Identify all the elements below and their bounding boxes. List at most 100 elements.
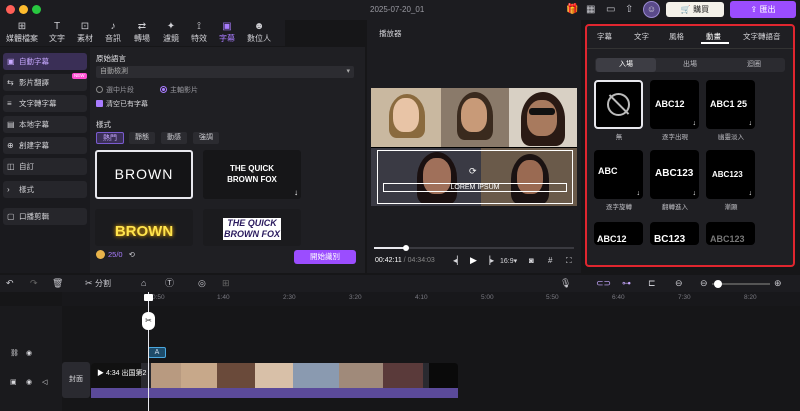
tab-style[interactable]: 風格 — [669, 31, 684, 42]
animation-char-rotate[interactable]: ABC ↓ — [594, 150, 643, 199]
crop-icon[interactable]: ⊞ — [222, 277, 230, 289]
link-icon[interactable]: ⛓ — [10, 349, 19, 357]
style-tab-dynamic[interactable]: 動感 — [161, 132, 187, 144]
rotate-icon[interactable]: ⟳ — [469, 166, 477, 177]
zoom-window-button[interactable] — [32, 5, 41, 14]
close-window-button[interactable] — [6, 5, 15, 14]
speaker-icon[interactable]: ◁ — [42, 378, 47, 386]
tab-text-to-speech[interactable]: 文字轉語音 — [743, 31, 781, 42]
eye-icon[interactable]: ◉ — [26, 378, 32, 386]
zoom-out-icon[interactable]: ⊖ — [700, 277, 708, 289]
sidebar-item-text-to-caption[interactable]: ≡ 文字轉字幕 — [3, 95, 87, 112]
buy-button[interactable]: 🛒 購買 — [666, 2, 724, 17]
minimize-window-button[interactable] — [19, 5, 28, 14]
start-recognition-button[interactable]: 開始識別 — [294, 250, 356, 264]
fit-icon[interactable]: ⊖ — [675, 277, 683, 289]
tool-elements[interactable]: ⊡ 素材 — [72, 20, 98, 46]
split-scissors-icon[interactable]: ✂ — [142, 312, 155, 330]
grid-icon[interactable]: ▦ — [586, 3, 595, 17]
tool-effects[interactable]: ⟟ 特效 — [186, 20, 212, 46]
snapshot-icon[interactable]: ◙ — [529, 256, 534, 265]
aspect-ratio-select[interactable]: 16:9▾ — [500, 257, 517, 265]
delete-icon[interactable]: 🗑 — [52, 277, 63, 289]
gift-icon[interactable]: 🎁 — [566, 3, 578, 17]
animation-tile[interactable]: ABC12 — [594, 222, 643, 245]
tab-text[interactable]: 文字 — [634, 31, 649, 42]
prev-frame-icon[interactable]: ◂▏ — [453, 256, 463, 265]
animation-tile[interactable]: ABC123 — [706, 222, 755, 245]
microphone-icon[interactable]: 🎙 — [560, 277, 571, 289]
track-icon[interactable]: ⊏ — [648, 277, 656, 289]
tool-caption[interactable]: ▣ 字幕 — [214, 20, 240, 46]
sidebar-item-auto-caption[interactable]: ▣ 自動字幕 — [3, 53, 87, 70]
tab-animation[interactable]: 動畫 — [706, 31, 721, 42]
zoom-slider[interactable] — [712, 280, 770, 288]
playhead[interactable]: ✂ — [142, 292, 155, 411]
refresh-icon[interactable]: ⟲ — [129, 250, 135, 259]
animation-tile[interactable]: BC123 — [650, 222, 699, 245]
style-tab-emphasis[interactable]: 強調 — [193, 132, 219, 144]
magnet-icon[interactable]: ⊂⊃ — [596, 277, 611, 289]
playhead-handle[interactable] — [144, 294, 153, 301]
animation-flip-in[interactable]: ABC123 ↓ — [650, 150, 699, 199]
subtab-loop[interactable]: 迴圈 — [724, 58, 784, 72]
marker-icon[interactable]: ⌂ — [141, 277, 146, 289]
tab-caption[interactable]: 字幕 — [597, 31, 612, 42]
language-select[interactable]: 自動檢測 ▾ — [96, 66, 354, 78]
caption-selection-box[interactable] — [377, 150, 573, 204]
caption-clip[interactable]: A — [148, 347, 166, 358]
subtab-in[interactable]: 入場 — [596, 58, 656, 72]
text-tool-icon[interactable]: Ⓣ — [165, 277, 174, 289]
caption-style-tile[interactable]: BROWN — [95, 150, 193, 199]
tool-text[interactable]: T 文字 — [44, 20, 70, 46]
subtab-out[interactable]: 出場 — [660, 58, 720, 72]
undo-icon[interactable]: ↶ — [6, 277, 14, 289]
sidebar-item-custom[interactable]: ◫ 自訂 — [3, 158, 87, 175]
export-button[interactable]: ⇪ 匯出 — [730, 1, 796, 18]
link-icon[interactable]: ⊶ — [622, 277, 631, 289]
lock-icon[interactable]: ▣ — [10, 378, 17, 386]
grid-overlay-icon[interactable]: # — [548, 256, 552, 265]
timeline-ruler[interactable]: 0:50 1:40 2:30 3:20 4:10 5:00 5:50 6:40 … — [62, 292, 800, 306]
redo-icon[interactable]: ↷ — [30, 277, 38, 289]
tool-transition[interactable]: ⇄ 轉場 — [128, 20, 156, 46]
sidebar-item-local-caption[interactable]: ▤ 本地字幕 — [3, 116, 87, 133]
radio-selected-clip[interactable]: 選中片段 — [96, 85, 134, 95]
caption-style-tile[interactable]: THE QUICK BROWN FOX — [203, 209, 301, 246]
cover-button[interactable]: 封面 — [62, 362, 90, 398]
animation-ghost-fade[interactable]: ABC1 25 ↓ — [706, 80, 755, 129]
animation-typewriter[interactable]: ABC12 ↓ — [650, 80, 699, 129]
tool-avatar[interactable]: ☻ 數位人 — [242, 20, 276, 46]
tool-filter[interactable]: ✦ 濾鏡 — [158, 20, 184, 46]
message-icon[interactable]: ▭ — [606, 3, 615, 17]
play-icon[interactable]: ▶ — [470, 255, 477, 266]
speed-icon[interactable]: ◎ — [198, 277, 206, 289]
sidebar-item-voice-edit[interactable]: ▢ 口播剪輯 — [3, 208, 87, 225]
scrubber-handle[interactable] — [403, 245, 409, 251]
sidebar-item-video-translate[interactable]: ⇆ 影片翻譯 NEW — [3, 73, 87, 91]
tool-audio[interactable]: ♪ 音訊 — [100, 20, 126, 46]
video-preview[interactable]: LOREM IPSUM ⟳ — [371, 88, 577, 206]
sidebar-item-style[interactable]: › 樣式 — [3, 181, 87, 198]
zoom-slider-handle[interactable] — [714, 280, 722, 288]
animation-none[interactable] — [594, 80, 643, 129]
zoom-in-icon[interactable]: ⊕ — [774, 277, 782, 289]
player-scrubber[interactable] — [374, 245, 574, 251]
caption-text-box[interactable]: LOREM IPSUM — [383, 183, 567, 192]
eye-icon[interactable]: ◉ — [26, 349, 32, 357]
caption-style-tile[interactable]: THE QUICK BROWN FOX ↓ — [203, 150, 301, 199]
animation-fade-reveal[interactable]: ABC123 ↓ — [706, 150, 755, 199]
user-avatar[interactable]: ☺ — [643, 1, 660, 18]
fullscreen-icon[interactable]: ⛶ — [566, 256, 572, 266]
next-frame-icon[interactable]: ▕▸ — [484, 256, 494, 265]
tool-media[interactable]: ⊞ 媒體檔案 — [4, 20, 40, 46]
caption-style-tile[interactable]: BROWN — [95, 209, 193, 246]
sidebar-item-create-caption[interactable]: ⊕ 創建字幕 — [3, 137, 87, 154]
split-button[interactable]: ✂ 分割 — [85, 277, 111, 290]
clear-captions-checkbox[interactable]: 清空已有字幕 — [96, 99, 148, 109]
sidebar-item-label: 創建字幕 — [19, 141, 49, 150]
style-tab-hot[interactable]: 熱門 — [96, 132, 124, 144]
radio-main-video[interactable]: 主軸影片 — [160, 85, 198, 95]
style-tab-static[interactable]: 靜態 — [129, 132, 155, 144]
cloud-upload-icon[interactable]: ⇧ — [625, 3, 633, 17]
